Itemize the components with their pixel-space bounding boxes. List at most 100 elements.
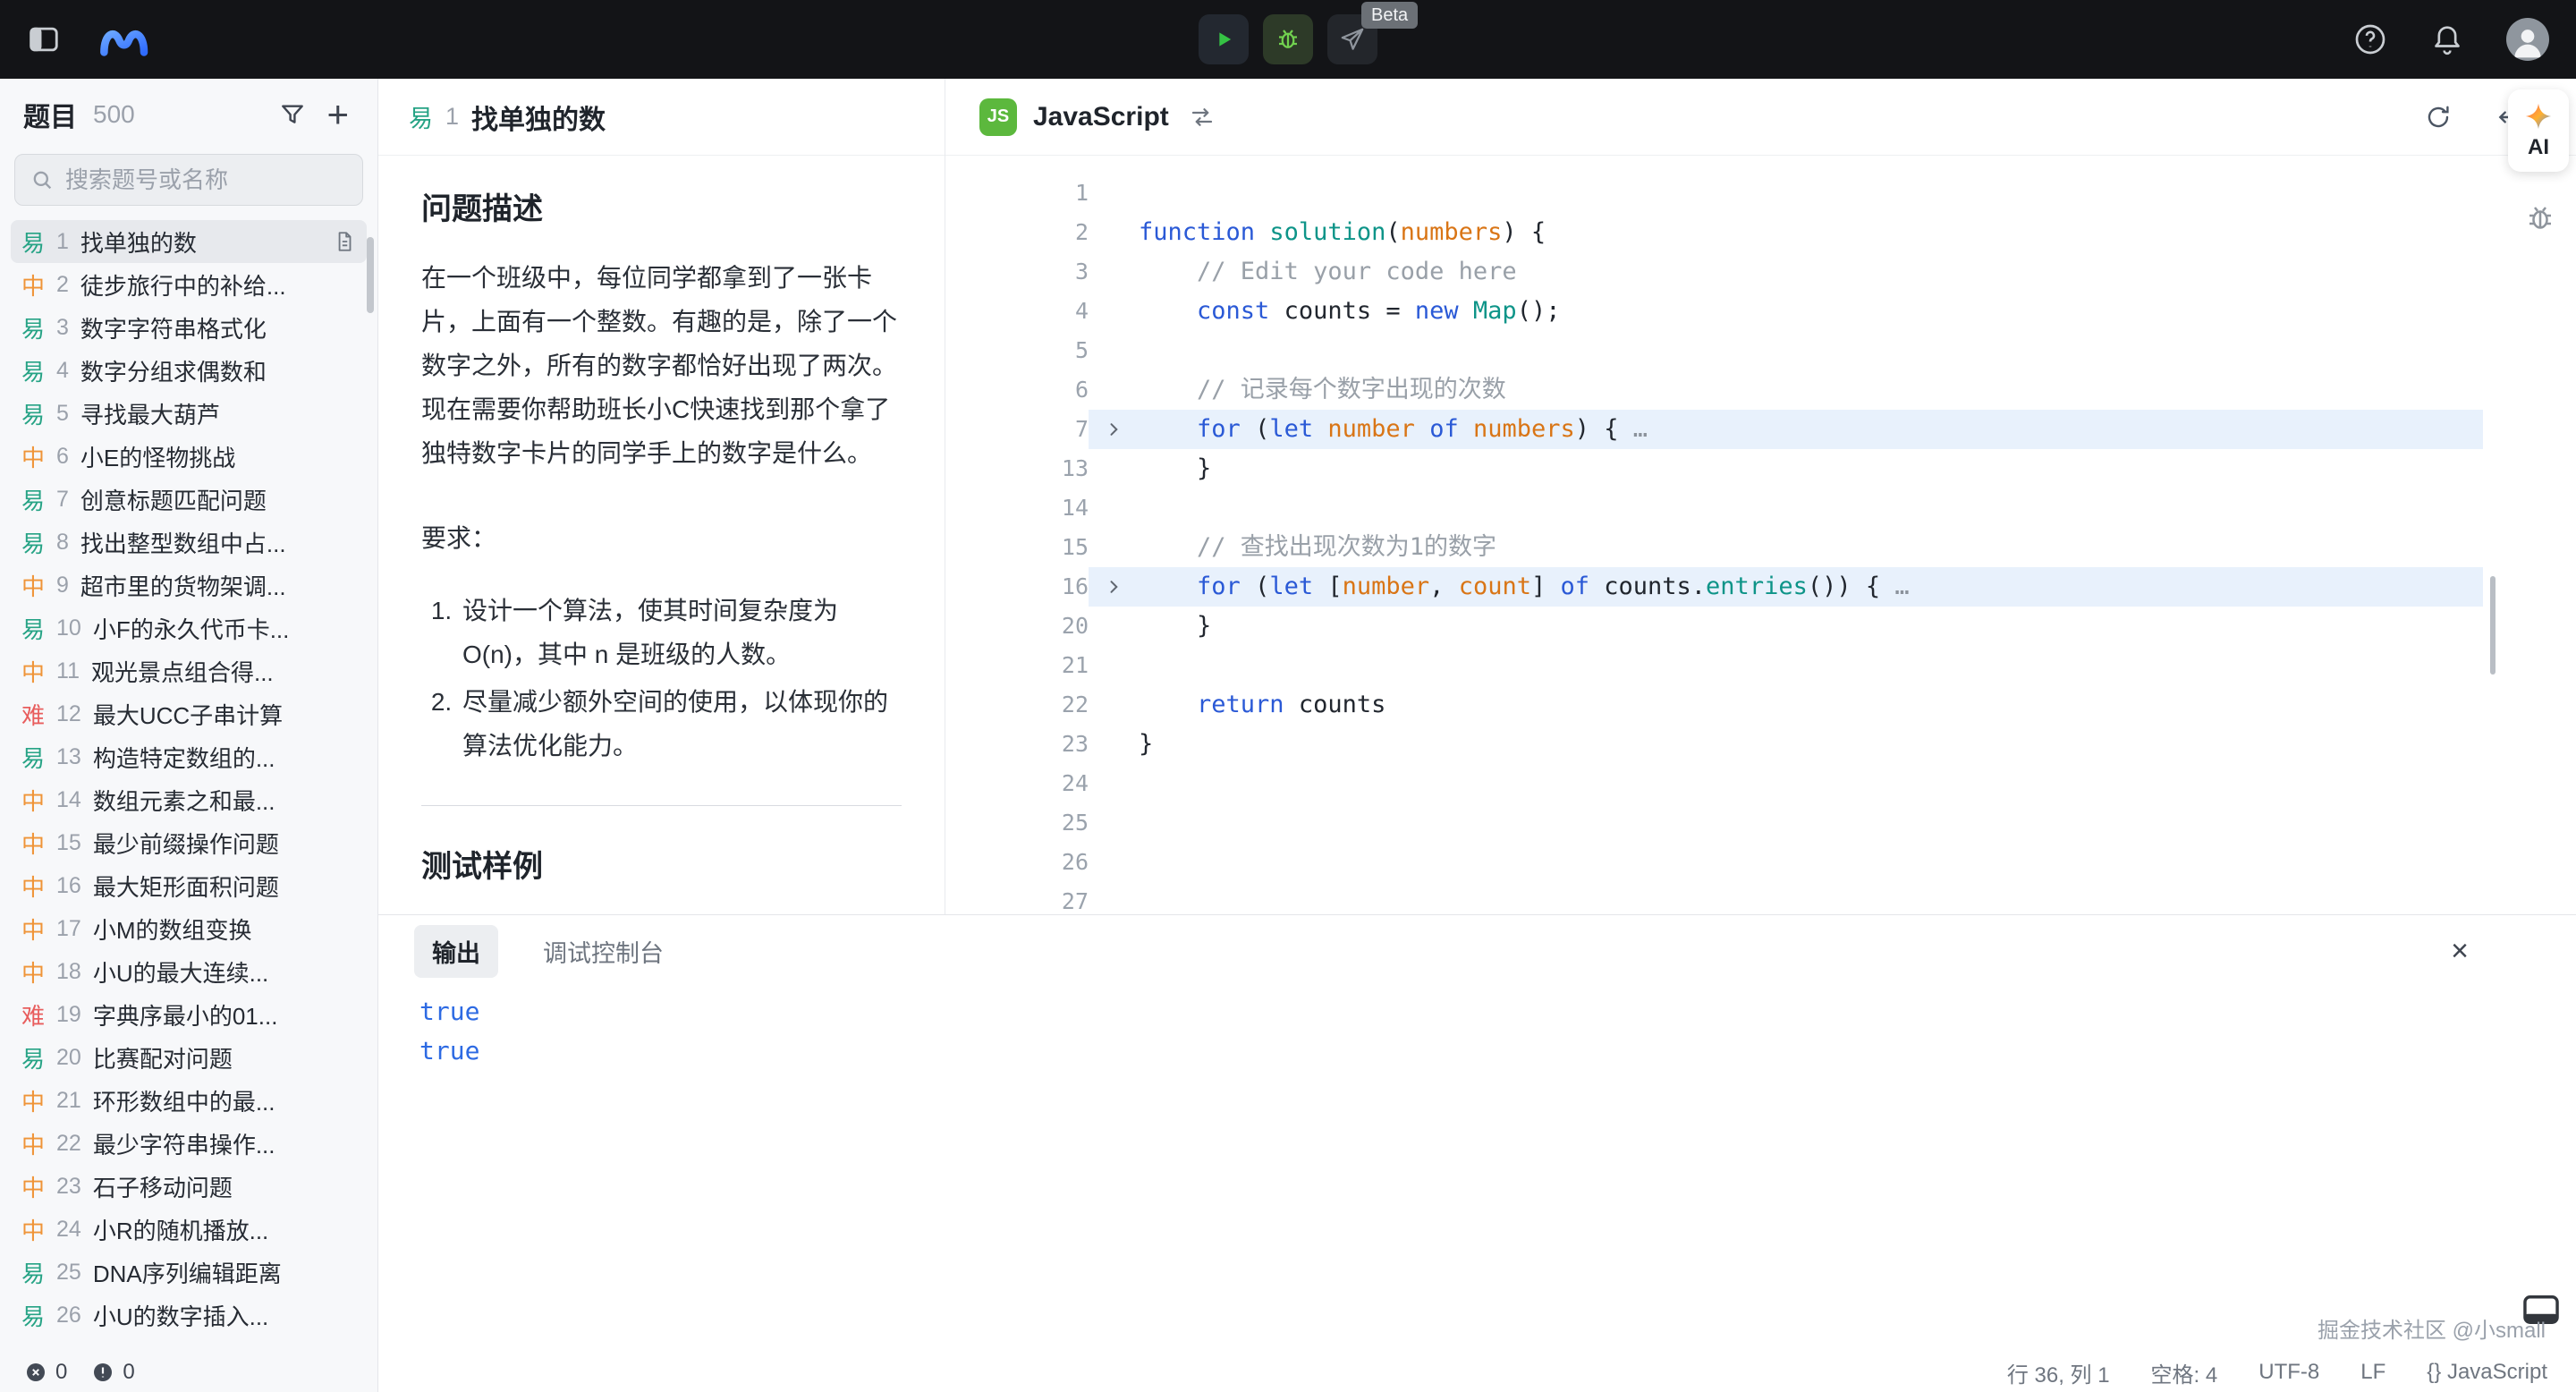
problems-status[interactable]: 0 0: [0, 1353, 378, 1392]
swap-icon[interactable]: [1185, 100, 1219, 134]
fold-gutter: [1089, 607, 1139, 646]
difficulty-badge: 易: [21, 1041, 45, 1074]
problem-list-item[interactable]: 中15最少前缀操作问题: [11, 821, 367, 864]
problem-number: 9: [56, 573, 69, 598]
problem-list-item[interactable]: 中23石子移动问题: [11, 1165, 367, 1208]
problem-list-item[interactable]: 易13构造特定数组的...: [11, 735, 367, 778]
tab-debug-console[interactable]: 调试控制台: [539, 925, 667, 978]
problem-list-item[interactable]: 中17小M的数组变换: [11, 907, 367, 950]
debug-button[interactable]: [1263, 14, 1313, 64]
problem-number: 8: [56, 530, 69, 556]
problem-title: 徒步旅行中的补给...: [80, 268, 286, 301]
tab-output[interactable]: 输出: [414, 925, 498, 978]
line-number: 22: [945, 685, 1089, 725]
status-item[interactable]: LF: [2360, 1360, 2385, 1385]
problem-list-item[interactable]: 中24小R的随机播放...: [11, 1208, 367, 1251]
problem-list-item[interactable]: 中21环形数组中的最...: [11, 1079, 367, 1122]
difficulty-badge: 易: [21, 225, 45, 259]
plus-icon[interactable]: +: [321, 95, 354, 134]
run-button[interactable]: [1199, 14, 1249, 64]
beta-badge: Beta: [1361, 2, 1418, 29]
problem-list-item[interactable]: 中16最大矩形面积问题: [11, 864, 367, 907]
reset-code-icon[interactable]: [2420, 99, 2456, 135]
fold-chevron-icon[interactable]: [1089, 567, 1139, 607]
problem-list-item[interactable]: 难12最大UCC子串计算: [11, 692, 367, 735]
problem-title: 最大UCC子串计算: [93, 698, 283, 731]
bug-rail-icon[interactable]: [2524, 202, 2556, 237]
problem-list-item[interactable]: 中9超市里的货物架调...: [11, 564, 367, 607]
sidebar-title: 题目: [23, 95, 77, 134]
problem-list-item[interactable]: 中22最少字符串操作...: [11, 1122, 367, 1165]
status-item[interactable]: 空格: 4: [2151, 1357, 2218, 1388]
problem-list-item[interactable]: 中14数组元素之和最...: [11, 778, 367, 821]
help-icon[interactable]: [2352, 21, 2388, 57]
problem-title: 最少字符串操作...: [93, 1127, 275, 1160]
line-number: 13: [945, 449, 1089, 488]
difficulty-badge: 易: [21, 354, 45, 387]
problem-list: 易1找单独的数中2徒步旅行中的补给...易3数字字符串格式化易4数字分组求偶数和…: [0, 220, 377, 1353]
avatar[interactable]: [2506, 18, 2549, 61]
line-number: 4: [945, 292, 1089, 331]
problem-list-item[interactable]: 中11观光景点组合得...: [11, 649, 367, 692]
line-number: 23: [945, 725, 1089, 764]
problem-list-item[interactable]: 易3数字字符串格式化: [11, 306, 367, 349]
problem-number: 11: [56, 658, 80, 684]
problem-list-item[interactable]: 中2徒步旅行中的补给...: [11, 263, 367, 306]
problem-title: 找单独的数: [80, 225, 197, 259]
warning-count: 0: [123, 1360, 134, 1385]
code-text: }: [1139, 725, 2483, 764]
problem-list-item[interactable]: 易10小F的永久代币卡...: [11, 607, 367, 649]
code-line: 1: [945, 174, 2483, 213]
problem-number: 1: [445, 103, 459, 131]
fold-chevron-icon[interactable]: [1089, 410, 1139, 449]
problem-list-item[interactable]: 易7创意标题匹配问题: [11, 478, 367, 521]
problem-title: 超市里的货物架调...: [80, 569, 286, 602]
problem-list-item[interactable]: 易4数字分组求偶数和: [11, 349, 367, 392]
problem-title: 小E的怪物挑战: [80, 440, 235, 473]
status-item[interactable]: UTF-8: [2258, 1360, 2319, 1385]
requirement-item: 尽量减少额外空间的使用，以体现你的算法优化能力。: [459, 680, 902, 768]
sidebar-scrollbar[interactable]: [367, 237, 374, 313]
ai-sparkle-icon: [2523, 101, 2554, 132]
problem-list-item[interactable]: 中18小U的最大连续...: [11, 950, 367, 993]
problem-list-item[interactable]: 易1找单独的数: [11, 220, 367, 263]
problem-list-item[interactable]: 易5寻找最大葫芦: [11, 392, 367, 435]
code-line: 16 for (let [number, count] of counts.en…: [945, 567, 2483, 607]
problem-list-item[interactable]: 易26小U的数字插入...: [11, 1294, 367, 1337]
code-line: 23}: [945, 725, 2483, 764]
status-item[interactable]: 行 36, 列 1: [2007, 1357, 2110, 1388]
editor-panel: JS JavaScript: [945, 79, 2576, 914]
code-text: const counts = new Map();: [1139, 292, 2483, 331]
problem-header: 易 1 找单独的数: [378, 79, 945, 156]
code-line: 14: [945, 488, 2483, 528]
problem-number: 19: [56, 1002, 81, 1028]
problem-title: 小F的永久代币卡...: [93, 612, 290, 645]
filter-icon[interactable]: [273, 95, 312, 134]
problem-number: 20: [56, 1045, 81, 1071]
fold-gutter: [1089, 882, 1139, 914]
line-number: 1: [945, 174, 1089, 213]
difficulty-badge: 难: [21, 698, 45, 731]
bell-icon[interactable]: [2429, 21, 2465, 57]
ai-assistant-button[interactable]: AI: [2508, 89, 2569, 172]
status-item[interactable]: {} JavaScript: [2427, 1360, 2547, 1385]
editor-scrollbar[interactable]: [2490, 576, 2496, 675]
problem-list-item[interactable]: 易25DNA序列编辑距离: [11, 1251, 367, 1294]
output-header: 输出 调试控制台 ×: [378, 915, 2576, 987]
problem-list-item[interactable]: 易20比赛配对问题: [11, 1036, 367, 1079]
search-box[interactable]: [14, 154, 363, 206]
code-text: [1139, 882, 2483, 914]
problem-title: 字典序最小的01...: [93, 998, 278, 1031]
problem-list-item[interactable]: 易8找出整型数组中占...: [11, 521, 367, 564]
code-text: [1139, 803, 2483, 843]
problem-list-item[interactable]: 中6小E的怪物挑战: [11, 435, 367, 478]
problem-list-item[interactable]: 难19字典序最小的01...: [11, 993, 367, 1036]
sidebar-toggle-icon[interactable]: [27, 22, 61, 56]
problem-number: 13: [56, 744, 81, 770]
close-icon[interactable]: ×: [2451, 936, 2469, 966]
line-number: 2: [945, 213, 1089, 252]
difficulty-badge: 易: [21, 612, 45, 645]
code-editor[interactable]: 12function solution(numbers) {3 // Edit …: [945, 156, 2576, 914]
language-selector[interactable]: JavaScript: [1033, 102, 1169, 132]
search-input[interactable]: [65, 166, 348, 194]
